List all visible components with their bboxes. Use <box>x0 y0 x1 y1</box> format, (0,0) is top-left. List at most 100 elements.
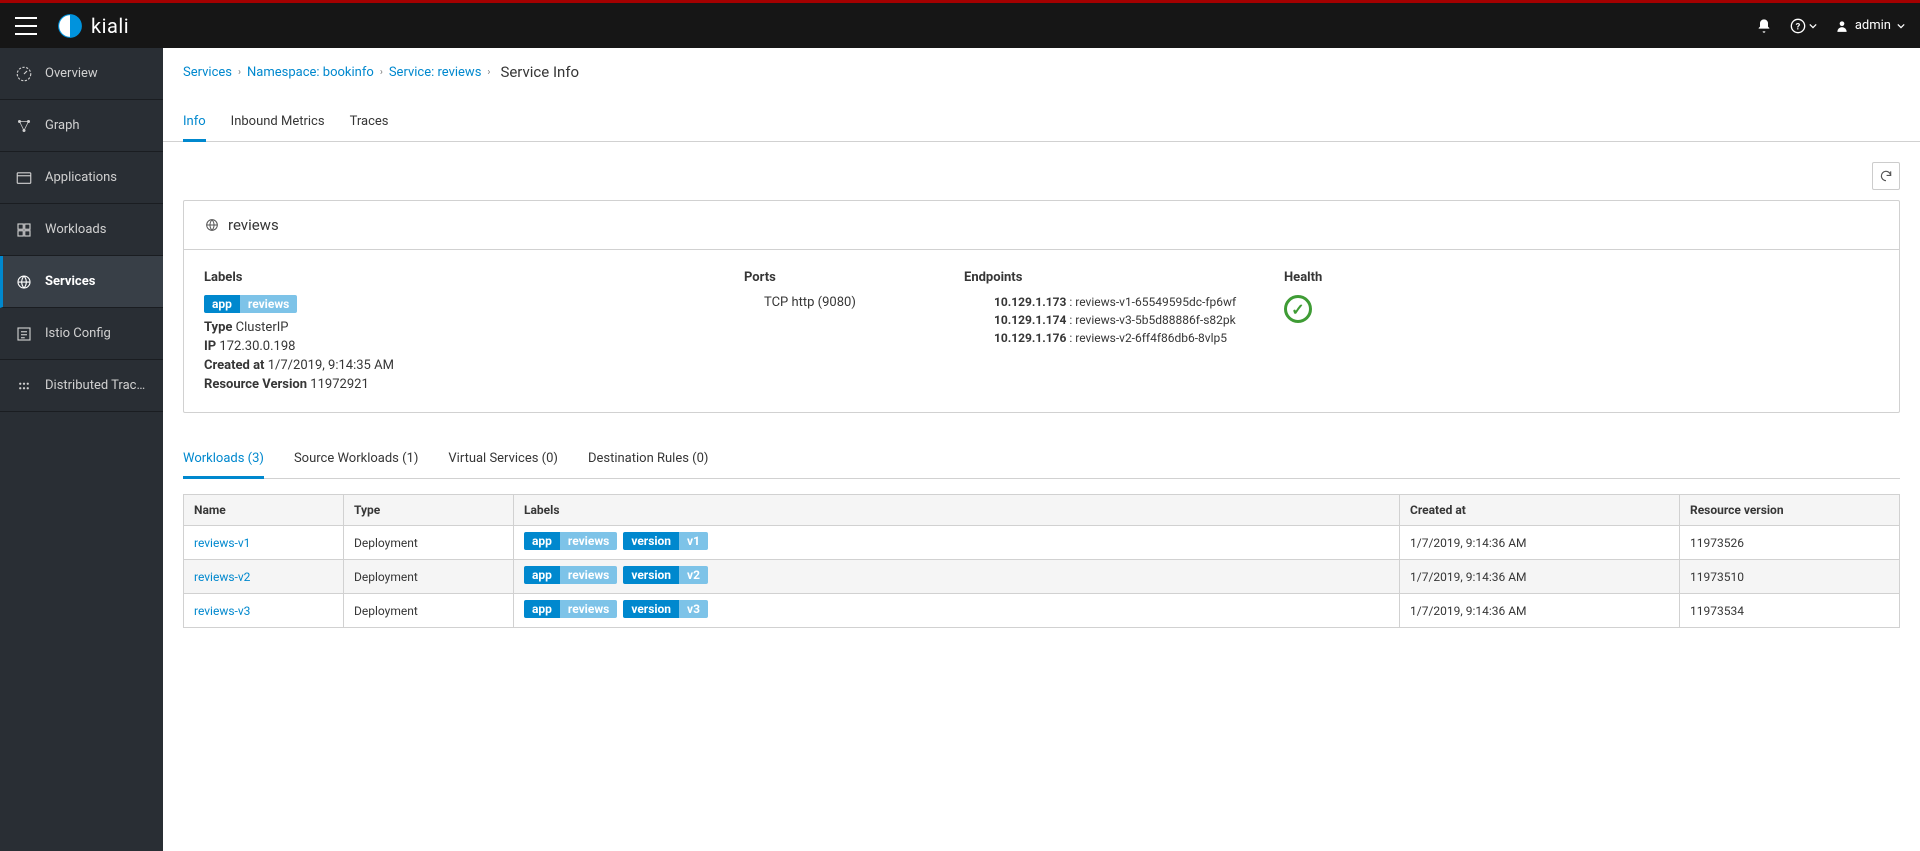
col-name[interactable]: Name <box>184 495 344 526</box>
workload-link[interactable]: reviews-v1 <box>194 536 250 550</box>
service-info-card: reviews Labels app reviews Type ClusterI… <box>183 200 1900 413</box>
applications-icon <box>15 169 33 187</box>
user-menu[interactable]: admin <box>1835 18 1905 33</box>
sidebar-label: Istio Config <box>45 326 111 341</box>
subtab-source-workloads[interactable]: Source Workloads (1) <box>294 443 418 478</box>
col-created[interactable]: Created at <box>1400 495 1680 526</box>
breadcrumb-namespace[interactable]: Namespace: bookinfo <box>247 65 374 80</box>
sidebar-label: Overview <box>45 66 98 81</box>
health-title: Health <box>1284 270 1322 285</box>
refresh-button[interactable] <box>1872 162 1900 190</box>
table-row: reviews-v2 Deployment appreviews versionv2… <box>184 560 1900 594</box>
svg-text:?: ? <box>1796 21 1801 32</box>
service-name: reviews <box>228 216 279 234</box>
sidebar-item-overview[interactable]: Overview <box>0 48 163 100</box>
port-value: TCP http (9080) <box>744 295 924 310</box>
sidebar-item-applications[interactable]: Applications <box>0 152 163 204</box>
sidebar-item-workloads[interactable]: Workloads <box>0 204 163 256</box>
workload-created: 1/7/2019, 9:14:36 AM <box>1400 560 1680 594</box>
chevron-down-icon <box>1897 22 1905 30</box>
user-name: admin <box>1855 18 1891 33</box>
workload-type: Deployment <box>344 594 514 628</box>
chevron-right-icon: › <box>380 67 383 78</box>
breadcrumb: Services › Namespace: bookinfo › Service… <box>163 48 1920 91</box>
label-badge: versionv3 <box>623 600 708 618</box>
refresh-icon <box>1879 169 1893 183</box>
breadcrumb-services[interactable]: Services <box>183 65 232 80</box>
main-tabs: Info Inbound Metrics Traces <box>163 106 1920 142</box>
col-labels[interactable]: Labels <box>514 495 1400 526</box>
subtab-virtual-services[interactable]: Virtual Services (0) <box>448 443 558 478</box>
service-icon <box>204 217 220 233</box>
labels-title: Labels <box>204 270 704 285</box>
label-badge: app reviews <box>204 295 297 313</box>
workload-type: Deployment <box>344 526 514 560</box>
service-ip: 172.30.0.198 <box>219 339 295 354</box>
sidebar-label: Distributed Traci... <box>45 378 148 393</box>
brand-text: kiali <box>91 14 129 38</box>
sidebar-item-services[interactable]: Services <box>0 256 163 308</box>
workload-rv: 11973510 <box>1680 560 1900 594</box>
sidebar-label: Applications <box>45 170 117 185</box>
sidebar-label: Workloads <box>45 222 106 237</box>
label-badge: versionv1 <box>623 532 708 550</box>
table-row: reviews-v3 Deployment appreviews versionv3… <box>184 594 1900 628</box>
chevron-right-icon: › <box>238 67 241 78</box>
sidebar-label: Services <box>45 274 95 289</box>
workload-tabs: Workloads (3) Source Workloads (1) Virtu… <box>183 443 1900 479</box>
menu-toggle[interactable] <box>15 17 37 35</box>
workloads-icon <box>15 221 33 239</box>
label-badge: appreviews <box>524 532 617 550</box>
endpoint-entry: 10.129.1.173 : reviews-v1-65549595dc-fp6… <box>994 295 1244 309</box>
workload-rv: 11973526 <box>1680 526 1900 560</box>
col-type[interactable]: Type <box>344 495 514 526</box>
service-type: ClusterIP <box>236 320 289 335</box>
health-ok-icon <box>1284 295 1312 323</box>
topbar: kiali ? admin <box>0 3 1920 48</box>
workload-link[interactable]: reviews-v3 <box>194 604 250 618</box>
service-resource-version: 11972921 <box>310 377 368 392</box>
endpoint-entry: 10.129.1.174 : reviews-v3-5b5d88886f-s82… <box>994 313 1244 327</box>
label-key: app <box>204 295 240 313</box>
service-created: 1/7/2019, 9:14:35 AM <box>268 358 394 373</box>
brand-logo[interactable]: kiali <box>57 13 129 39</box>
kiali-logo-icon <box>57 13 83 39</box>
sidebar-item-graph[interactable]: Graph <box>0 100 163 152</box>
tab-info[interactable]: Info <box>183 106 206 142</box>
col-rv[interactable]: Resource version <box>1680 495 1900 526</box>
help-menu[interactable]: ? <box>1790 18 1817 34</box>
table-row: reviews-v1 Deployment appreviews versionv1… <box>184 526 1900 560</box>
endpoints-title: Endpoints <box>964 270 1244 285</box>
workloads-table: Name Type Labels Created at Resource ver… <box>183 494 1900 628</box>
sidebar-item-tracing[interactable]: Distributed Traci... <box>0 360 163 412</box>
tab-inbound-metrics[interactable]: Inbound Metrics <box>231 106 325 141</box>
main-content: Services › Namespace: bookinfo › Service… <box>163 48 1920 851</box>
subtab-destination-rules[interactable]: Destination Rules (0) <box>588 443 708 478</box>
label-badge: appreviews <box>524 600 617 618</box>
breadcrumb-service[interactable]: Service: reviews <box>389 65 482 80</box>
dashboard-icon <box>15 65 33 83</box>
help-icon: ? <box>1790 18 1806 34</box>
endpoint-entry: 10.129.1.176 : reviews-v2-6ff4f86db6-8vl… <box>994 331 1244 345</box>
workload-rv: 11973534 <box>1680 594 1900 628</box>
notifications-icon[interactable] <box>1756 18 1772 34</box>
services-icon <box>15 273 33 291</box>
workload-link[interactable]: reviews-v2 <box>194 570 250 584</box>
ports-title: Ports <box>744 270 924 285</box>
sidebar-label: Graph <box>45 118 80 133</box>
workload-created: 1/7/2019, 9:14:36 AM <box>1400 526 1680 560</box>
sidebar: Overview Graph Applications Workloads Se… <box>0 48 163 851</box>
tracing-icon <box>15 377 33 395</box>
user-icon <box>1835 19 1849 33</box>
breadcrumb-current: Service Info <box>500 63 579 81</box>
workload-created: 1/7/2019, 9:14:36 AM <box>1400 594 1680 628</box>
label-badge: appreviews <box>524 566 617 584</box>
workload-type: Deployment <box>344 560 514 594</box>
chevron-down-icon <box>1809 22 1817 30</box>
tab-traces[interactable]: Traces <box>350 106 389 141</box>
graph-icon <box>15 117 33 135</box>
label-badge: versionv2 <box>623 566 708 584</box>
label-value: reviews <box>240 295 297 313</box>
subtab-workloads[interactable]: Workloads (3) <box>183 443 264 479</box>
sidebar-item-istio[interactable]: Istio Config <box>0 308 163 360</box>
